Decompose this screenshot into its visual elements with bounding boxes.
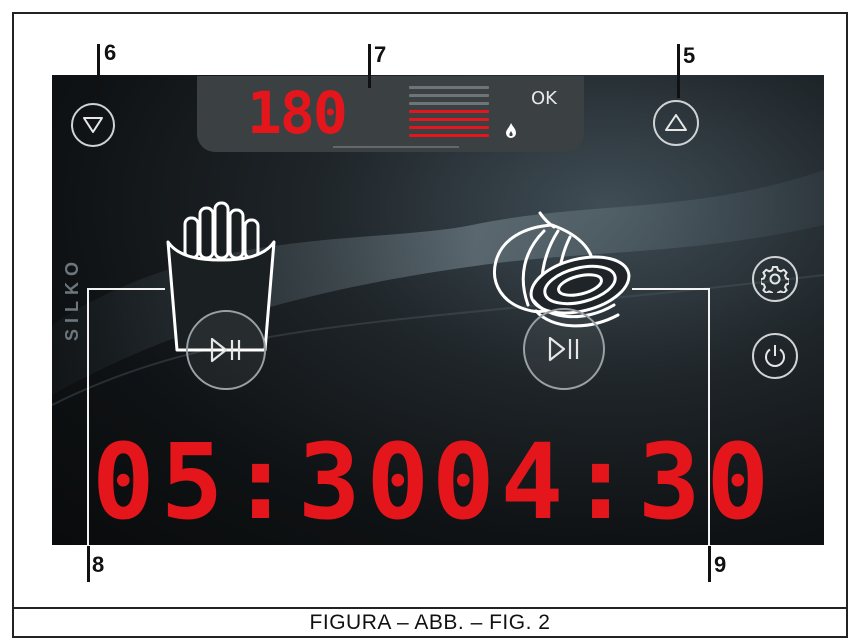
power-button[interactable] [752,333,798,379]
callout-line-9-tail [708,546,711,582]
heat-level-gauge [409,86,491,142]
panel-indicator [333,146,459,148]
callout-line-8-vertical [87,288,89,546]
temperature-display: 180 [247,79,348,147]
brand-text: SILKO [62,255,82,341]
callout-6: 6 [104,40,117,65]
heat-level-bar [409,102,489,105]
temperature-panel[interactable]: 180 OK [197,76,584,152]
callout-line-6 [97,44,100,100]
temperature-status: OK [531,88,557,109]
play-pause-icon [548,336,579,362]
callout-5: 5 [683,43,696,68]
play-pause-icon [210,337,241,363]
heat-level-bar-active [409,134,489,137]
temperature-up-button[interactable] [653,100,699,146]
onion-timer: 04:30 [432,421,776,543]
flame-icon [506,123,516,138]
heat-level-bar-active [409,126,489,129]
heat-level-bar-active [409,110,489,113]
heat-level-bar [409,94,489,97]
power-icon [765,345,785,367]
fries-timer: 05:30 [92,421,436,543]
callout-7: 7 [374,42,387,67]
callout-line-9-vertical [708,288,710,546]
brand-logo: SILKO [62,256,82,341]
callout-line-5 [677,44,680,98]
callout-line-9-horizontal [632,288,710,290]
gear-icon [761,266,789,293]
temperature-down-button[interactable] [71,103,115,147]
callout-9: 9 [714,552,727,577]
triangle-down-icon [83,117,103,133]
callout-8: 8 [92,552,105,577]
fries-start-button[interactable] [186,310,266,390]
onion-start-button[interactable] [523,308,605,390]
callout-line-8-horizontal [87,288,165,290]
settings-button[interactable] [752,256,798,302]
callout-line-7 [368,44,371,88]
heat-level-bar-active [409,118,489,121]
heat-level-bar [409,86,489,89]
figure-caption: FIGURA – ABB. – FIG. 2 [309,611,551,634]
caption-divider [12,607,848,609]
triangle-up-icon [665,114,687,131]
callout-line-8-tail [87,546,90,582]
